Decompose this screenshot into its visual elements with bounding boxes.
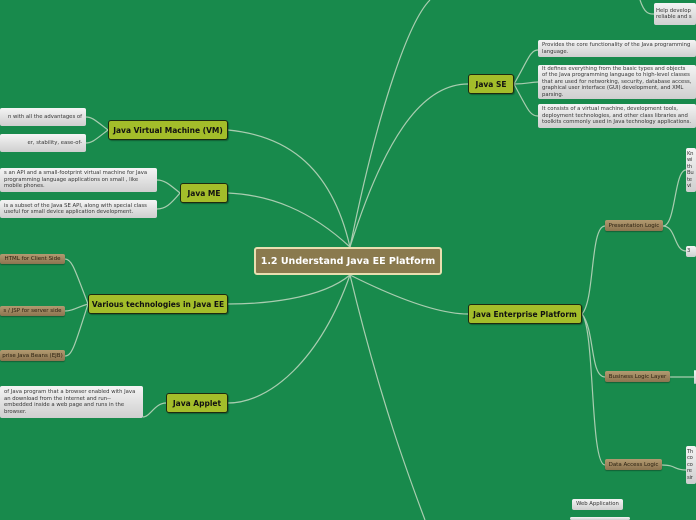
note-jvm-1[interactable]: n with all the advantages of xyxy=(0,108,86,126)
item-web-application[interactable]: Web Application xyxy=(572,499,623,510)
item-business-logic[interactable]: Business Logic Layer xyxy=(605,371,670,382)
central-topic[interactable]: 1.2 Understand Java EE Platform xyxy=(254,247,442,275)
item-ejb[interactable]: prise Java Beans (EJB) xyxy=(0,350,65,361)
note-jvm-2[interactable]: er, stability, ease-of- xyxy=(0,134,86,152)
item-html-client[interactable]: HTML for Client Side xyxy=(0,254,65,264)
node-various-technologies[interactable]: Various technologies in Java EE xyxy=(88,294,228,314)
note-se-3[interactable]: It consists of a virtual machine, develo… xyxy=(538,104,696,128)
note-se-2[interactable]: It defines everything from the basic typ… xyxy=(538,65,696,99)
note-se-1[interactable]: Provides the core functionality of the J… xyxy=(538,40,696,57)
node-java-me[interactable]: Java ME xyxy=(180,183,228,203)
note-presentation-2[interactable]: 3 xyxy=(686,246,696,257)
note-applet[interactable]: of Java program that a browser enabled w… xyxy=(0,386,143,418)
note-java-me-2[interactable]: is a subset of the Java SE API, along wi… xyxy=(0,200,157,218)
note-java-me-1[interactable]: s an API and a small-footprint virtual m… xyxy=(0,168,157,192)
node-java-se[interactable]: Java SE xyxy=(468,74,514,94)
note-data-access[interactable]: Th co co re sir xyxy=(686,446,696,484)
note-top[interactable]: Help develop reliable and s xyxy=(654,3,696,25)
node-jvm[interactable]: Java Virtual Machine (VM) xyxy=(108,120,228,140)
item-presentation-logic[interactable]: Presentation Logic xyxy=(605,220,663,231)
item-servlets-jsp[interactable]: s / JSP for server side xyxy=(0,306,65,316)
node-java-enterprise-platform[interactable]: Java Enterprise Platform xyxy=(468,304,582,324)
item-data-access-logic[interactable]: Data Access Logic xyxy=(605,459,662,470)
note-presentation-1[interactable]: Kn wi th Bu te vi xyxy=(686,148,696,192)
node-java-applet[interactable]: Java Applet xyxy=(166,393,228,413)
